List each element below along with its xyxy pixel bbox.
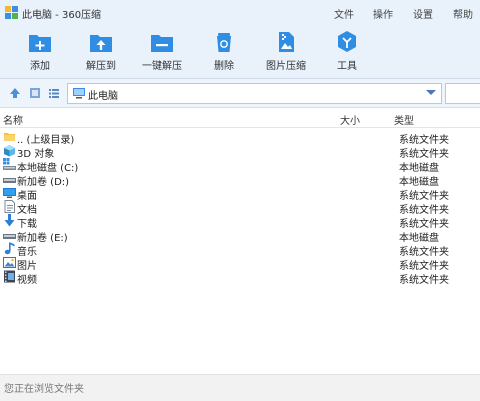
title-bar: 此电脑 - 360压缩 文件 操作 设置 帮助 <box>0 0 480 26</box>
folder-up-icon <box>4 133 15 141</box>
up-arrow-icon[interactable] <box>8 86 22 100</box>
one-click-extract-icon <box>151 35 173 52</box>
one-click-extract-button[interactable]: 一键解压 <box>134 30 190 78</box>
menu-settings[interactable]: 设置 <box>413 6 433 21</box>
image-compress-icon <box>279 32 294 52</box>
toolbar: 添加 解压到 一键解压 删除 图片压缩 工具 <box>0 26 480 79</box>
computer-icon <box>73 88 85 99</box>
delete-label: 删除 <box>214 61 234 72</box>
add-label: 添加 <box>30 61 50 72</box>
tools-label: 工具 <box>337 61 357 72</box>
list-item[interactable]: 下载 系统文件夹 <box>0 214 480 230</box>
tools-button[interactable]: 工具 <box>319 30 375 78</box>
list-item[interactable]: 视频 系统文件夹 <box>0 270 480 286</box>
column-size[interactable]: 大小 <box>340 112 360 127</box>
column-name[interactable]: 名称 <box>3 112 23 127</box>
documents-icon <box>4 200 15 213</box>
list-item[interactable]: 音乐 系统文件夹 <box>0 242 480 258</box>
3d-objects-icon <box>4 145 15 157</box>
extract-to-button[interactable]: 解压到 <box>73 30 129 78</box>
image-compress-button[interactable]: 图片压缩 <box>258 30 314 78</box>
file-list: .. (上级目录) 系统文件夹 3D 对象 系统文件夹 本地磁盘 (C:) 本地… <box>0 128 480 374</box>
address-bar[interactable]: 此电脑 <box>67 83 442 104</box>
one-click-extract-label: 一键解压 <box>142 61 182 72</box>
thumbnail-view-icon[interactable] <box>28 86 42 100</box>
download-icon <box>4 214 15 227</box>
add-button[interactable]: 添加 <box>12 30 68 78</box>
status-text: 您正在浏览文件夹 <box>4 384 84 395</box>
add-archive-icon <box>29 35 51 52</box>
search-input[interactable] <box>445 83 480 104</box>
address-path: 此电脑 <box>88 91 118 102</box>
menu-file[interactable]: 文件 <box>334 6 354 21</box>
list-item[interactable]: 3D 对象 系统文件夹 <box>0 144 480 160</box>
drive-icon <box>3 178 16 183</box>
drive-icon <box>3 234 16 239</box>
desktop-icon <box>3 188 16 198</box>
item-type: 系统文件夹 <box>399 275 449 286</box>
list-item[interactable]: 新加卷 (D:) 本地磁盘 <box>0 172 480 188</box>
address-row: 此电脑 <box>0 79 480 108</box>
column-header: 名称 大小 类型 <box>0 108 480 128</box>
window-title: 此电脑 - 360压缩 <box>22 10 102 21</box>
column-type[interactable]: 类型 <box>394 112 414 127</box>
recycle-bin-icon <box>217 33 231 52</box>
image-compress-label: 图片压缩 <box>266 61 306 72</box>
music-icon <box>4 242 15 255</box>
list-item[interactable]: .. (上级目录) 系统文件夹 <box>0 130 480 146</box>
pictures-icon <box>3 257 16 268</box>
list-view-icon[interactable] <box>47 86 61 100</box>
menu-ops[interactable]: 操作 <box>373 6 393 21</box>
address-dropdown-icon[interactable] <box>426 90 436 95</box>
list-item[interactable]: 本地磁盘 (C:) 本地磁盘 <box>0 158 480 174</box>
list-item[interactable]: 文档 系统文件夹 <box>0 200 480 216</box>
system-drive-icon <box>3 158 16 170</box>
videos-icon <box>4 270 15 283</box>
status-bar: 您正在浏览文件夹 <box>0 374 480 401</box>
extract-to-icon <box>90 35 112 52</box>
extract-to-label: 解压到 <box>86 61 116 72</box>
item-name: 视频 <box>17 275 37 286</box>
list-item[interactable]: 桌面 系统文件夹 <box>0 186 480 202</box>
menu-help[interactable]: 帮助 <box>453 6 473 21</box>
app-logo-icon <box>5 6 18 19</box>
list-item[interactable]: 图片 系统文件夹 <box>0 256 480 272</box>
delete-button[interactable]: 删除 <box>196 30 252 78</box>
list-item[interactable]: 新加卷 (E:) 本地磁盘 <box>0 228 480 244</box>
tools-icon <box>338 31 356 52</box>
